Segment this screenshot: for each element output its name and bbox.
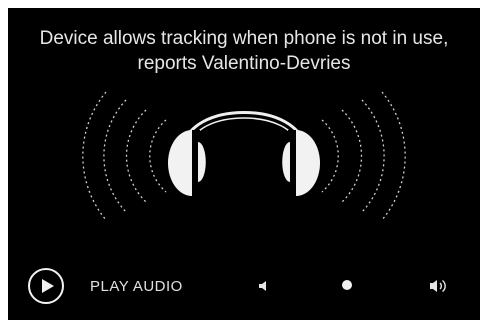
headphones-icon [168,111,320,196]
play-button[interactable] [28,268,64,304]
audio-controls: PLAY AUDIO [8,264,480,310]
volume-high-icon[interactable] [428,276,450,296]
audio-headline: Device allows tracking when phone is not… [39,28,449,74]
audio-player: Device allows tracking when phone is not… [8,8,480,320]
volume-slider-knob[interactable] [342,280,352,290]
sound-waves-left-icon [82,91,167,221]
headphones-illustration [82,91,406,221]
sound-waves-right-icon [321,91,406,221]
volume-low-icon[interactable] [256,278,272,294]
play-icon [42,279,54,293]
play-audio-label[interactable]: PLAY AUDIO [90,278,183,295]
